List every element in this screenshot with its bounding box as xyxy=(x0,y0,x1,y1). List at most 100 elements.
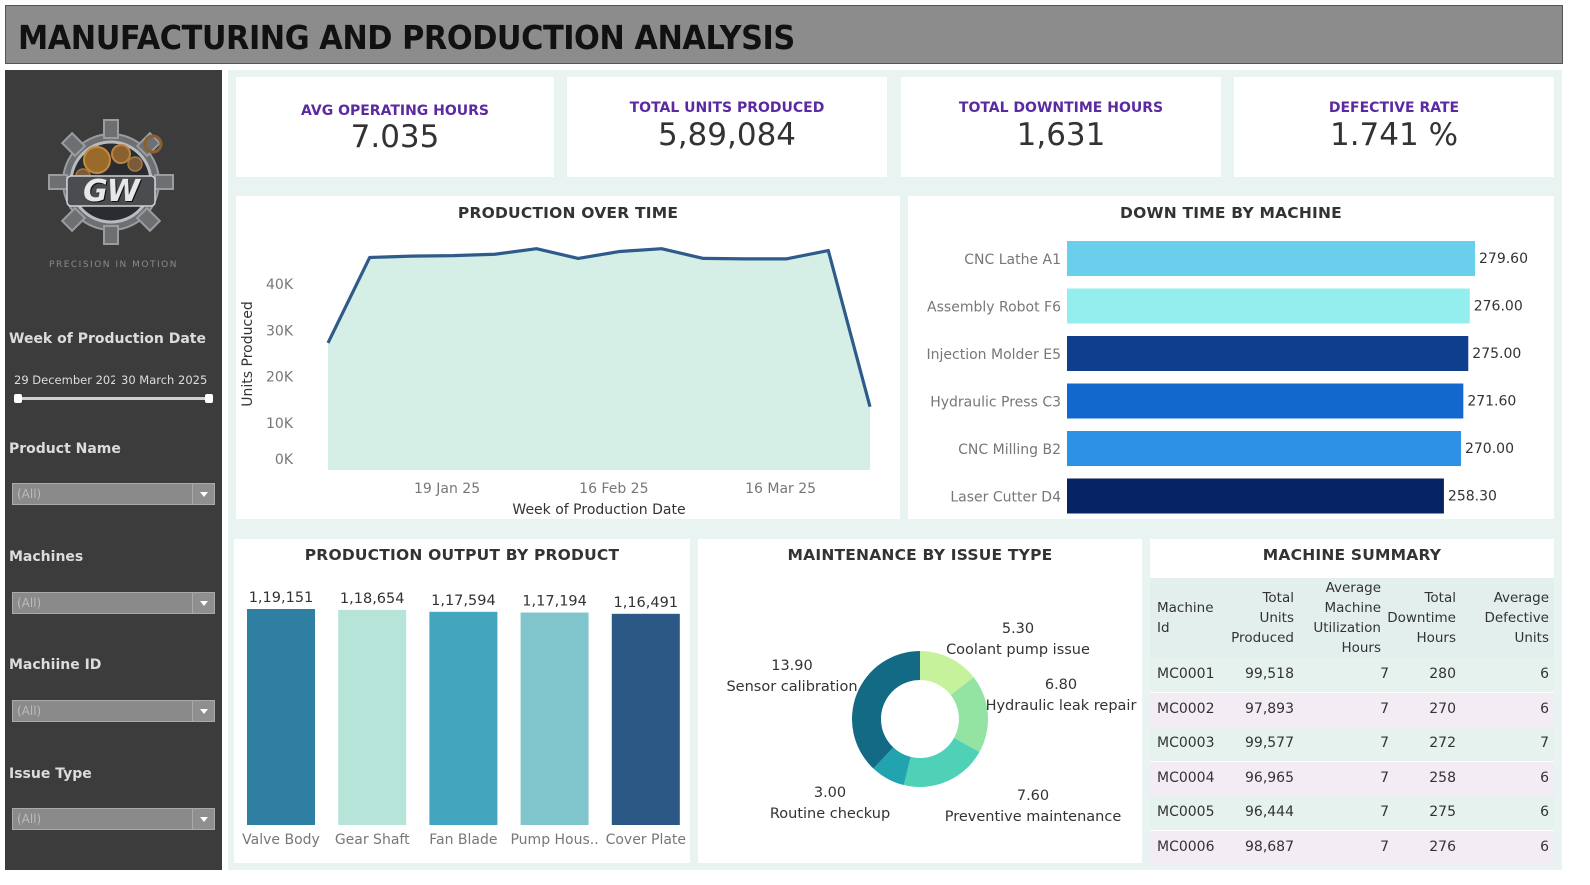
product-dropdown[interactable]: (All) xyxy=(12,483,215,505)
week-range-slider[interactable] xyxy=(17,397,210,400)
bar[interactable] xyxy=(429,611,498,825)
slice-value-label: 13.90 xyxy=(771,658,813,674)
downtime-bar-chart: CNC Lathe A1 279.60 Assembly Robot F6 276.0… xyxy=(927,241,1528,514)
table-cell: 7 xyxy=(1540,735,1549,751)
bar[interactable] xyxy=(1067,431,1461,466)
kpi-card-operating-hours: AVG OPERATING HOURS 7.035 xyxy=(236,77,554,177)
table-cell: 6 xyxy=(1540,769,1549,786)
data-label: 271.60 xyxy=(1467,394,1516,410)
table-row[interactable]: MC0002 97,893 7 270 6 xyxy=(1150,692,1554,727)
table-cell: 98,687 xyxy=(1245,838,1294,855)
logo-area: GW PRECISION IN MOTION xyxy=(5,70,222,325)
category-label: Laser Cutter D4 xyxy=(950,490,1061,506)
bar[interactable] xyxy=(338,609,407,825)
data-label: 1,17,594 xyxy=(431,593,496,609)
chevron-down-icon[interactable] xyxy=(192,701,214,721)
bar[interactable] xyxy=(1067,241,1475,276)
slice-value-label: 5.30 xyxy=(1002,621,1034,637)
product-filter-label: Product Name xyxy=(9,441,121,457)
column-header[interactable]: Average Defective Units xyxy=(1484,588,1549,648)
bar[interactable] xyxy=(1067,383,1464,419)
kpi-card-units-produced: TOTAL UNITS PRODUCED 5,89,084 xyxy=(567,77,887,177)
chevron-down-icon[interactable] xyxy=(192,484,214,504)
slice-value-label: 3.00 xyxy=(814,785,846,801)
issue-dropdown-value: (All) xyxy=(17,812,42,826)
table-cell: 6 xyxy=(1540,804,1549,820)
chevron-down-icon[interactable] xyxy=(192,593,214,613)
table-cell: 275 xyxy=(1429,804,1456,820)
slice-value-label: 6.80 xyxy=(1045,677,1077,693)
chevron-down-icon[interactable] xyxy=(192,809,214,829)
table-header: Machine Id Total Units Produced Average Ma… xyxy=(1150,578,1554,658)
machine-id-cell: MC0003 xyxy=(1157,735,1215,751)
kpi-label: AVG OPERATING HOURS xyxy=(300,103,490,119)
range-end-value: 30 March 2025 xyxy=(121,373,208,387)
bar[interactable] xyxy=(520,612,589,825)
product-dropdown-value: (All) xyxy=(17,487,42,501)
kpi-label: TOTAL DOWNTIME HOURS xyxy=(958,100,1164,116)
data-label: 1,19,151 xyxy=(249,590,314,606)
category-label: Assembly Robot F6 xyxy=(927,300,1061,316)
category-label: Hydraulic Press C3 xyxy=(930,395,1061,411)
range-start-handle[interactable] xyxy=(14,394,22,403)
kpi-card-downtime-hours: TOTAL DOWNTIME HOURS 1,631 xyxy=(901,77,1221,177)
bar[interactable] xyxy=(1067,478,1444,514)
category-label: Cover Plate xyxy=(606,832,686,848)
donut-slice[interactable] xyxy=(852,651,920,769)
table-cell: 99,518 xyxy=(1245,666,1294,682)
range-end-handle[interactable] xyxy=(205,394,213,403)
gear-logo-icon xyxy=(48,119,174,245)
dashboard-header: MANUFACTURING AND PRODUCTION ANALYSIS xyxy=(5,5,1563,64)
table-row[interactable]: MC0003 99,577 7 272 7 xyxy=(1150,727,1554,761)
column-header[interactable]: Total Downtime Hours xyxy=(1387,588,1456,648)
x-tick-label: 19 Jan 25 xyxy=(414,481,480,497)
machine-id-dropdown-value: (All) xyxy=(17,704,42,718)
y-tick-label: 20K xyxy=(266,370,294,386)
table-cell: 6 xyxy=(1540,700,1549,717)
y-tick-label: 40K xyxy=(266,277,294,293)
bar[interactable] xyxy=(611,613,680,825)
y-tick-label: 30K xyxy=(266,323,294,339)
column-header[interactable]: Total Units Produced xyxy=(1231,588,1294,648)
bar[interactable] xyxy=(1067,336,1469,371)
slice-category-label: Sensor calibration xyxy=(726,679,857,695)
table-cell: 7 xyxy=(1380,666,1389,682)
machines-dropdown[interactable]: (All) xyxy=(12,592,215,614)
machine-id-cell: MC0006 xyxy=(1157,838,1215,855)
machine-id-cell: MC0005 xyxy=(1157,804,1215,820)
kpi-label: DEFECTIVE RATE xyxy=(1328,100,1460,116)
x-axis-label: Week of Production Date xyxy=(512,502,685,518)
table-cell: 96,444 xyxy=(1245,804,1294,820)
y-tick-label: 10K xyxy=(266,416,294,432)
category-label: Fan Blade xyxy=(429,832,497,848)
table-cell: 7 xyxy=(1380,700,1389,717)
kpi-value: 5,89,084 xyxy=(657,117,797,153)
bar[interactable] xyxy=(1067,288,1470,324)
column-header[interactable]: Average Machine Utilization Hours xyxy=(1313,578,1381,658)
production-area-chart: 0K 10K 20K 30K 40K 19 Jan 25 16 Feb 25 16 Mar 2… xyxy=(240,247,872,518)
slice-value-label: 7.60 xyxy=(1017,788,1049,804)
slice-category-label: Hydraulic leak repair xyxy=(986,698,1137,714)
machine-id-dropdown[interactable]: (All) xyxy=(12,700,215,722)
machine-id-cell: MC0004 xyxy=(1157,769,1215,786)
machines-filter-label: Machines xyxy=(9,549,84,565)
table-row[interactable]: MC0001 99,518 7 280 6 xyxy=(1150,658,1554,692)
table-cell: 7 xyxy=(1380,769,1389,786)
column-header[interactable]: Machine Id xyxy=(1157,598,1214,638)
machine-id-cell: MC0001 xyxy=(1157,666,1215,682)
data-label: 1,18,654 xyxy=(340,591,405,607)
issue-dropdown[interactable]: (All) xyxy=(12,808,215,830)
table-cell: 280 xyxy=(1429,666,1456,682)
table-cell: 6 xyxy=(1540,838,1549,855)
table-cell: 258 xyxy=(1429,769,1456,786)
bar[interactable] xyxy=(247,609,315,825)
table-cell: 276 xyxy=(1429,838,1456,855)
machine-id-filter-label: Machiine ID xyxy=(9,657,102,673)
table-row[interactable]: MC0005 96,444 7 275 6 xyxy=(1150,796,1554,830)
table-cell: 6 xyxy=(1540,666,1549,682)
table-row[interactable]: MC0006 98,687 7 276 6 xyxy=(1150,830,1554,865)
kpi-label: TOTAL UNITS PRODUCED xyxy=(629,100,825,116)
category-label: Pump Hous.. xyxy=(510,832,598,848)
x-tick-label: 16 Mar 25 xyxy=(745,481,816,497)
table-row[interactable]: MC0004 96,965 7 258 6 xyxy=(1150,761,1554,796)
